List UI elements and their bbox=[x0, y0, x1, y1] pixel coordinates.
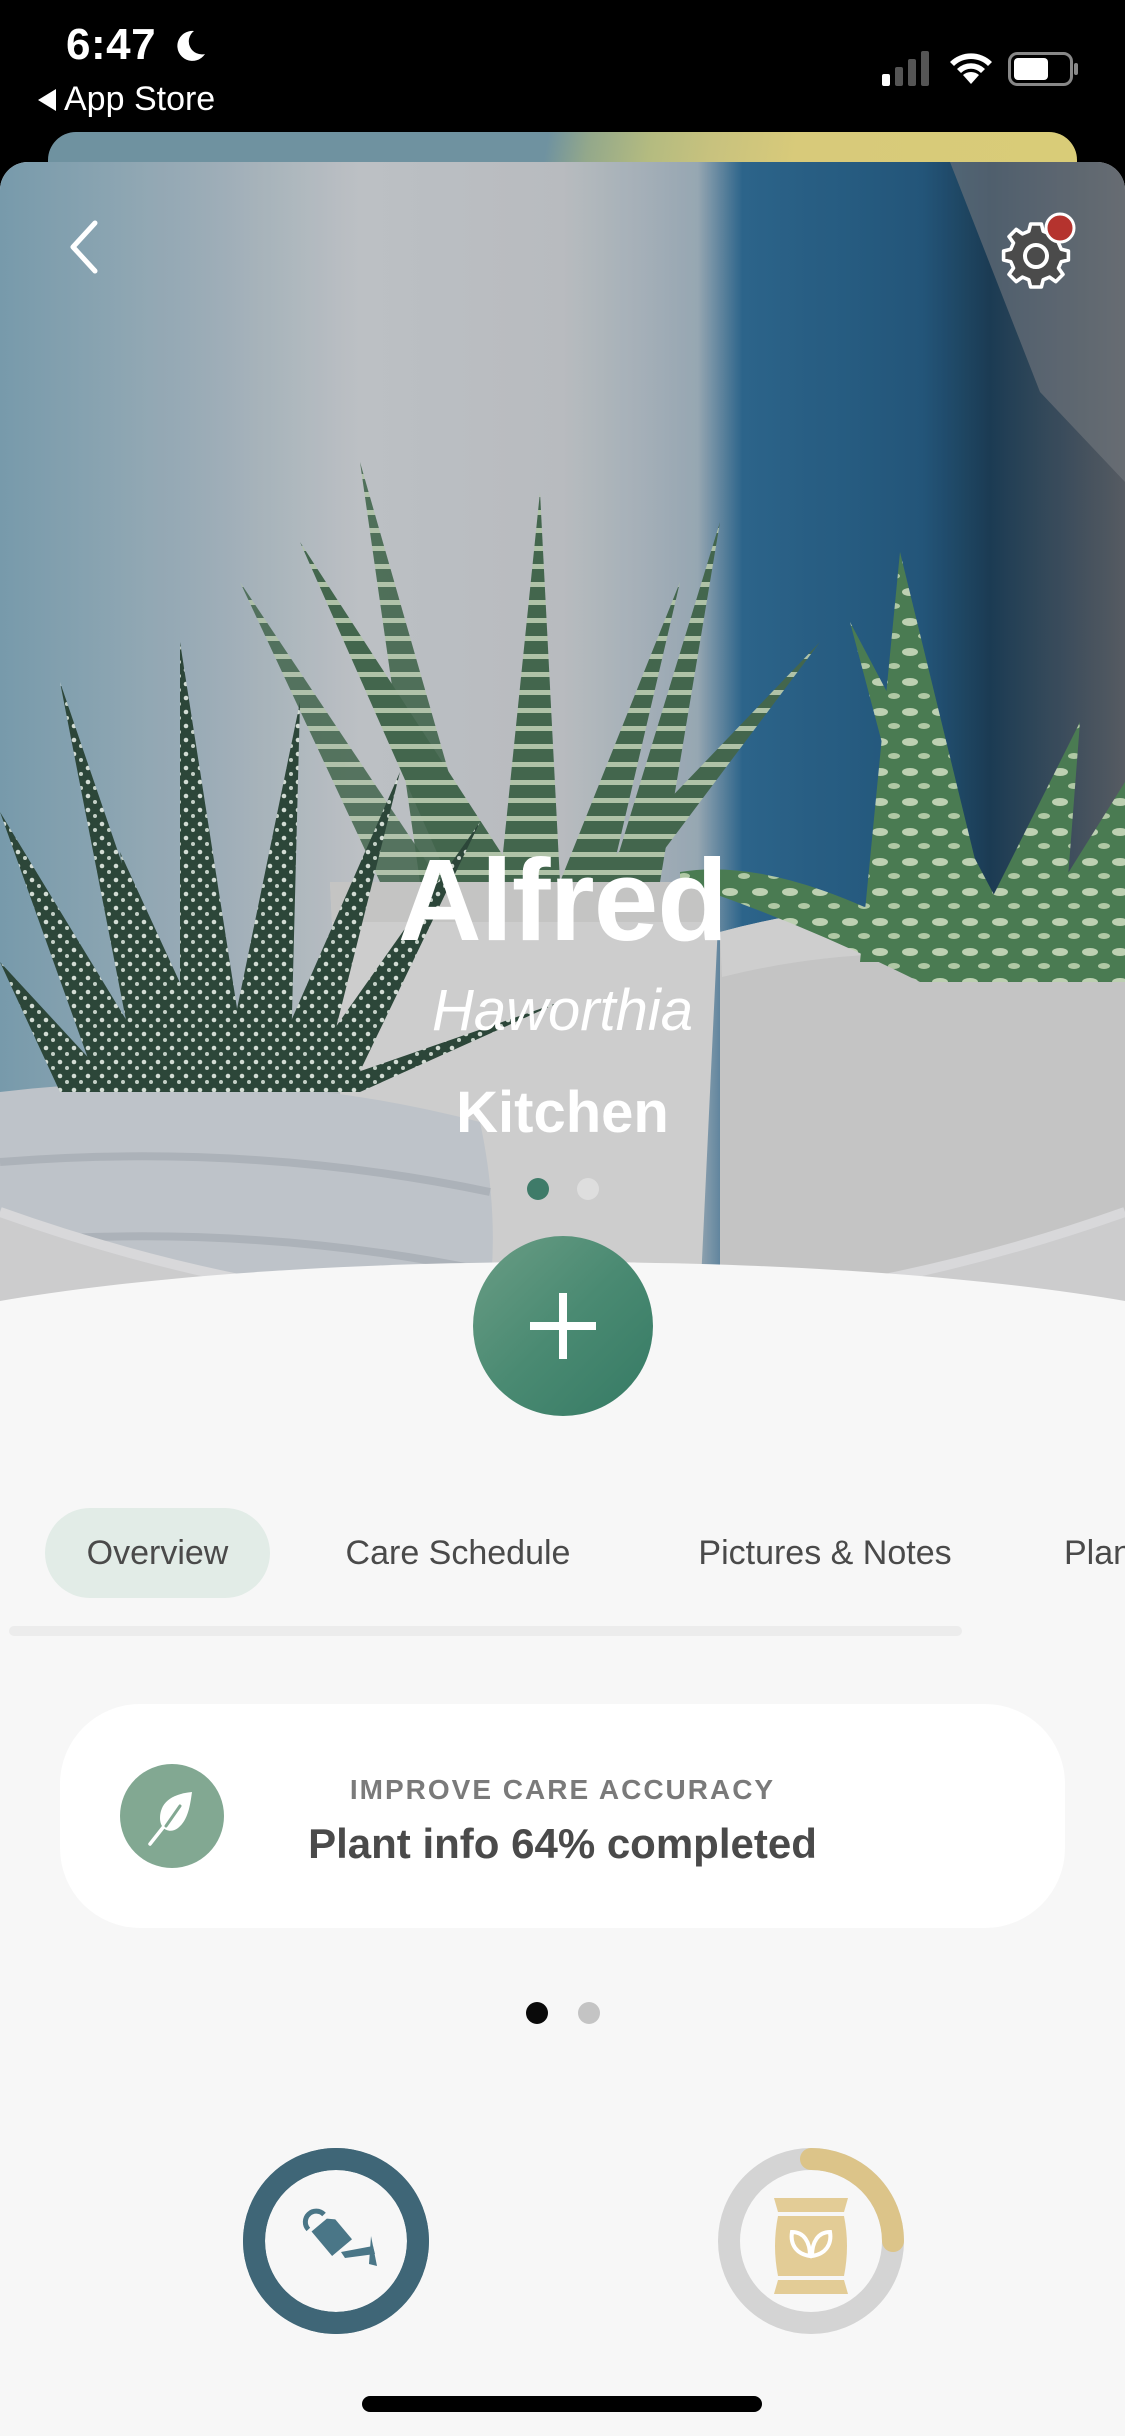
improve-care-card[interactable]: IMPROVE CARE ACCURACY Plant info 64% com… bbox=[60, 1704, 1065, 1928]
care-card-headline: Plant info 64% completed bbox=[308, 1820, 817, 1867]
home-indicator[interactable] bbox=[362, 2396, 762, 2412]
plant-room[interactable]: Kitchen bbox=[0, 1084, 1125, 1142]
plant-species: Haworthia bbox=[431, 978, 694, 1043]
card-dot-2[interactable] bbox=[577, 2002, 600, 2024]
signal-icon bbox=[882, 51, 929, 86]
notification-dot bbox=[1044, 212, 1076, 244]
plus-icon bbox=[530, 1293, 596, 1359]
gear-icon bbox=[1001, 212, 1076, 289]
moon-icon bbox=[177, 30, 205, 61]
tab-scrollbar[interactable] bbox=[9, 1626, 962, 1636]
back-button[interactable] bbox=[60, 212, 110, 282]
plant-photo bbox=[0, 162, 1125, 1322]
fertilizing-progress-ring bbox=[718, 2148, 904, 2334]
tab-label: Pictures & Notes bbox=[698, 1533, 952, 1572]
fertilizing-ring[interactable] bbox=[716, 2146, 906, 2336]
care-card-kicker: IMPROVE CARE ACCURACY bbox=[349, 1774, 776, 1805]
tab-plant-info[interactable]: Plant Info bbox=[1034, 1508, 1125, 1598]
back-triangle-icon bbox=[38, 88, 56, 111]
plant-detail-page: Alfred Haworthia Kitchen Overview Care S… bbox=[0, 162, 1125, 2436]
tab-care-schedule[interactable]: Care Schedule bbox=[300, 1508, 616, 1598]
watering-can-icon bbox=[302, 2208, 377, 2266]
hero-page-indicator[interactable] bbox=[0, 1178, 1125, 1200]
back-to-app-store[interactable]: App Store bbox=[38, 80, 215, 119]
card-page-indicator[interactable] bbox=[0, 2002, 1125, 2024]
hero-dot-1[interactable] bbox=[526, 1178, 549, 1200]
tab-label: Care Schedule bbox=[345, 1533, 571, 1572]
tab-label: Overview bbox=[86, 1533, 229, 1572]
chevron-left-icon bbox=[70, 220, 98, 274]
settings-button[interactable] bbox=[996, 206, 1086, 296]
plant-name: Alfred bbox=[397, 835, 728, 965]
add-button[interactable] bbox=[473, 1236, 653, 1416]
watering-progress-ring bbox=[243, 2148, 429, 2334]
status-bar: 6:47 App Store bbox=[0, 0, 1125, 130]
hero-dot-2[interactable] bbox=[576, 1178, 599, 1200]
tab-pictures-notes[interactable]: Pictures & Notes bbox=[648, 1508, 1002, 1598]
fertilizer-bag-icon bbox=[774, 2198, 848, 2294]
tab-label: Plant Info bbox=[1064, 1533, 1125, 1572]
back-app-label: App Store bbox=[64, 80, 216, 118]
wifi-icon bbox=[950, 53, 992, 84]
battery-icon bbox=[1008, 52, 1078, 86]
tab-bar[interactable]: Overview Care Schedule Pictures & Notes … bbox=[0, 1508, 1125, 1604]
card-dot-1[interactable] bbox=[525, 2002, 548, 2024]
status-time: 6:47 bbox=[66, 20, 157, 69]
watering-ring[interactable] bbox=[241, 2146, 431, 2336]
hero-photo-carousel[interactable]: Alfred Haworthia Kitchen bbox=[0, 162, 1125, 1322]
tab-overview[interactable]: Overview bbox=[45, 1508, 270, 1598]
